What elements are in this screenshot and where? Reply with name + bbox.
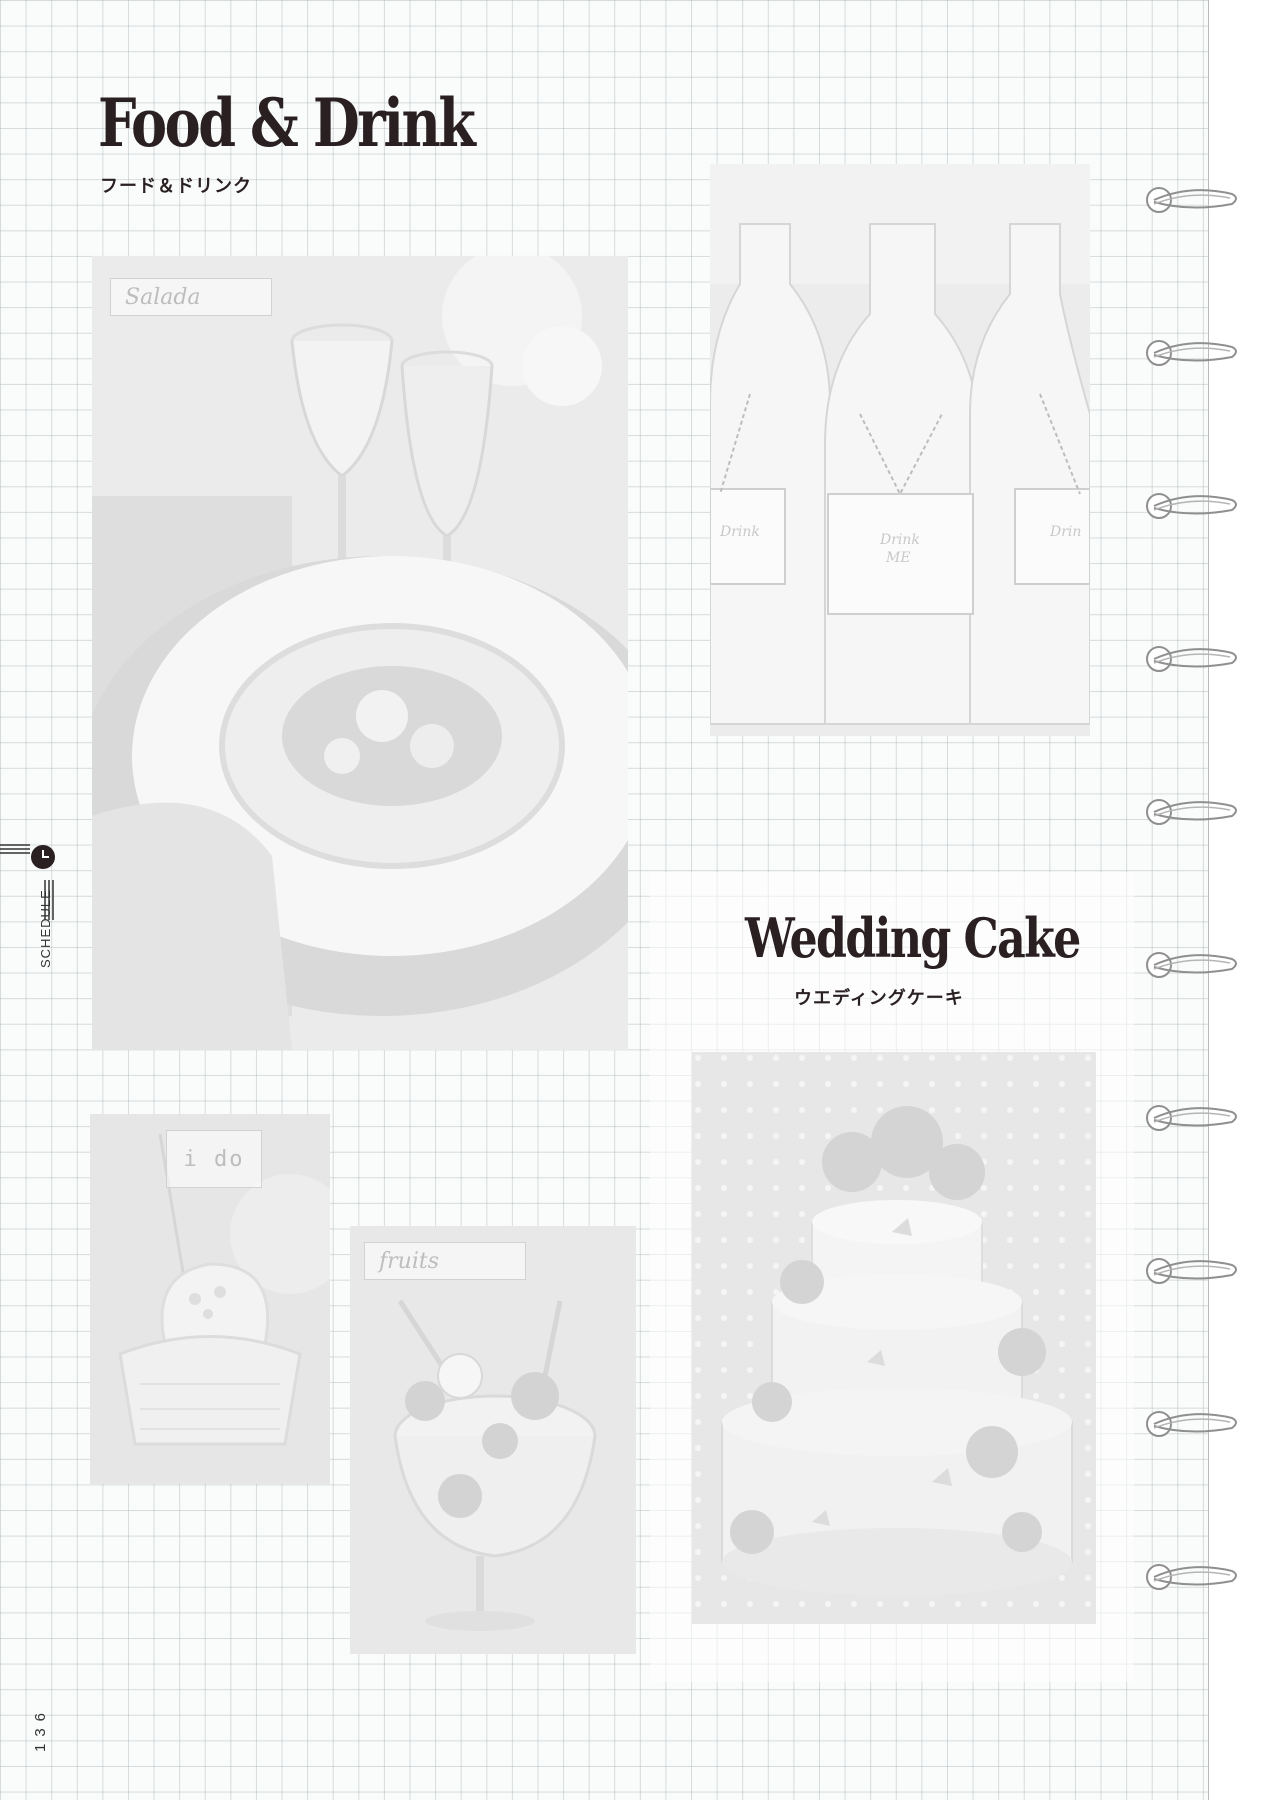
salad-photo: Salada (92, 256, 628, 1050)
binder-ring (1140, 945, 1240, 985)
fruits-tag: fruits (364, 1242, 526, 1280)
binder-ring (1140, 639, 1240, 679)
svg-text:Drin: Drin (1049, 524, 1081, 540)
drinks-photo: Drink ME Drink Drin (710, 164, 1090, 736)
binder-ring (1140, 1404, 1240, 1444)
side-tab-label: SCHEDULE (38, 889, 53, 968)
page-subtitle: フード＆ドリンク (100, 176, 252, 197)
salad-tag: Salada (110, 278, 272, 316)
svg-text:ME: ME (885, 550, 911, 566)
binder-ring (1140, 1098, 1240, 1138)
cupcake-photo: i do (90, 1114, 330, 1484)
cupcake-tag: i do (166, 1130, 262, 1188)
binder-ring (1140, 1557, 1240, 1597)
svg-text:Drink: Drink (879, 532, 920, 548)
binder-ring (1140, 792, 1240, 832)
page-edge (1208, 0, 1209, 1800)
binder-ring (1140, 486, 1240, 526)
section-subtitle: ウエディングケーキ (794, 988, 964, 1009)
svg-text:Drink: Drink (719, 524, 760, 540)
binder-ring (1140, 180, 1240, 220)
binder-ring (1140, 333, 1240, 373)
clock-icon (31, 845, 55, 869)
wedding-cake-photo (692, 1052, 1096, 1624)
binder-ring (1140, 1251, 1240, 1291)
fruits-photo: fruits (350, 1226, 636, 1654)
page-title: Food & Drink (98, 84, 476, 162)
page-number: 136 (32, 1705, 49, 1752)
section-title: Wedding Cake (745, 906, 1081, 970)
